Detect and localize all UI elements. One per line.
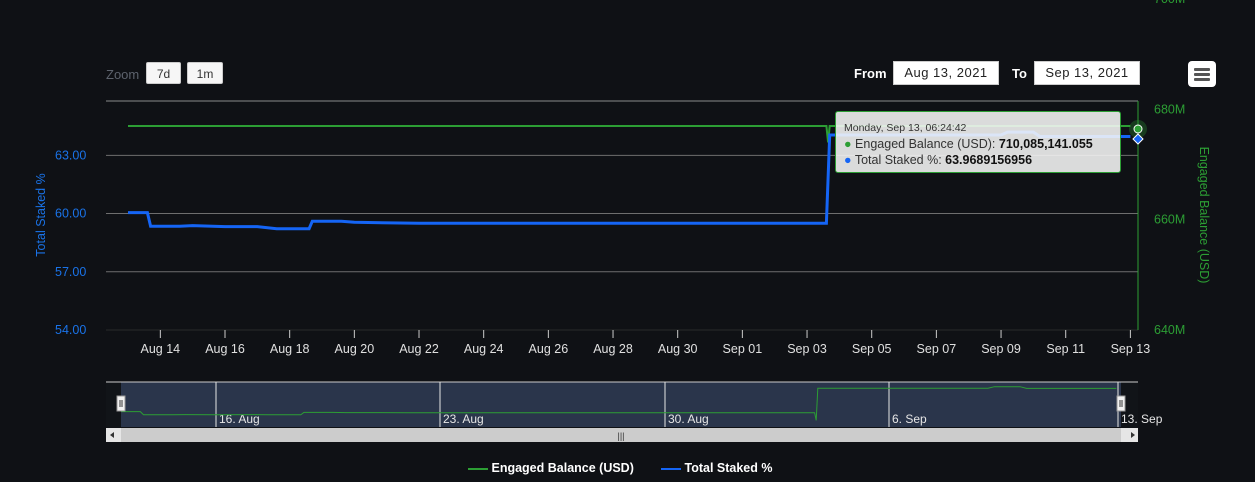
- x-tick-label: Aug 18: [270, 342, 310, 356]
- y-left-tick-label: 54.00: [55, 323, 86, 337]
- x-axis: Aug 14 Aug 16 Aug 18 Aug 20 Aug 22 Aug 24 Aug …: [141, 330, 1151, 356]
- x-tick-label: Aug 20: [335, 342, 375, 356]
- tooltip-row-engaged: ● Engaged Balance (USD): 710,085,141.055: [844, 137, 1093, 151]
- x-tick-label: Sep 05: [852, 342, 892, 356]
- y-left-title: Total Staked %: [34, 173, 48, 256]
- tooltip: Monday, Sep 13, 06:24:42 ● Engaged Balan…: [835, 111, 1121, 173]
- x-tick-label: Aug 22: [399, 342, 439, 356]
- right-y-axis: 640M 660M 680M 700M Engaged Balance (USD): [1154, 0, 1211, 337]
- navigator-label: 23. Aug: [443, 412, 484, 426]
- x-tick-label: Aug 24: [464, 342, 504, 356]
- x-tick-label: Aug 14: [141, 342, 181, 356]
- legend-item-engaged[interactable]: Engaged Balance (USD): [468, 461, 634, 475]
- tooltip-date: Monday, Sep 13, 06:24:42: [844, 122, 967, 134]
- x-tick-label: Aug 28: [593, 342, 633, 356]
- navigator-label: 30. Aug: [668, 412, 709, 426]
- x-tick-label: Aug 26: [529, 342, 569, 356]
- y-right-tick-label: 640M: [1154, 323, 1185, 337]
- y-left-tick-label: 63.00: [55, 148, 86, 162]
- y-left-tick-label: 60.00: [55, 207, 86, 221]
- x-tick-label: Sep 07: [917, 342, 957, 356]
- chart-svg: 54.0057.0060.0063.00Total Staked % 640M6…: [34, 0, 1211, 442]
- y-right-title: Engaged Balance (USD): [1197, 147, 1211, 284]
- y-left-tick-label: 57.00: [55, 265, 86, 279]
- x-tick-label: Sep 03: [787, 342, 827, 356]
- navigator-selection: [121, 382, 1121, 427]
- x-tick-label: Sep 01: [723, 342, 763, 356]
- tooltip-row-staked: ● Total Staked %: 63.9689156956: [844, 153, 1033, 167]
- navigator-handle: [1116, 395, 1126, 412]
- navigator-label: 6. Sep: [892, 412, 927, 426]
- left-y-axis: 54.00 57.00 60.00 63.00 Total Staked %: [34, 148, 86, 337]
- navigator-handle: [116, 395, 126, 412]
- x-tick-label: Sep 09: [981, 342, 1021, 356]
- y-right-tick-label: 680M: [1154, 102, 1185, 116]
- y-right-tick-label: 700M: [1154, 0, 1185, 6]
- x-tick-label: Sep 13: [1111, 342, 1151, 356]
- navigator-label: 13. Sep: [1121, 412, 1163, 426]
- engaged-marker: [1133, 124, 1143, 134]
- scrollbar-grip-icon: |||: [617, 431, 624, 441]
- legend-item-staked[interactable]: Total Staked %: [661, 461, 772, 475]
- x-tick-label: Aug 30: [658, 342, 698, 356]
- x-tick-label: Sep 11: [1046, 342, 1085, 356]
- y-right-tick-label: 660M: [1154, 213, 1185, 227]
- navigator-label: 16. Aug: [219, 412, 260, 426]
- x-tick-label: Aug 16: [205, 342, 245, 356]
- navigator[interactable]: 16. Aug 23. Aug 30. Aug 6. Sep 13. Sep |||: [106, 381, 1163, 442]
